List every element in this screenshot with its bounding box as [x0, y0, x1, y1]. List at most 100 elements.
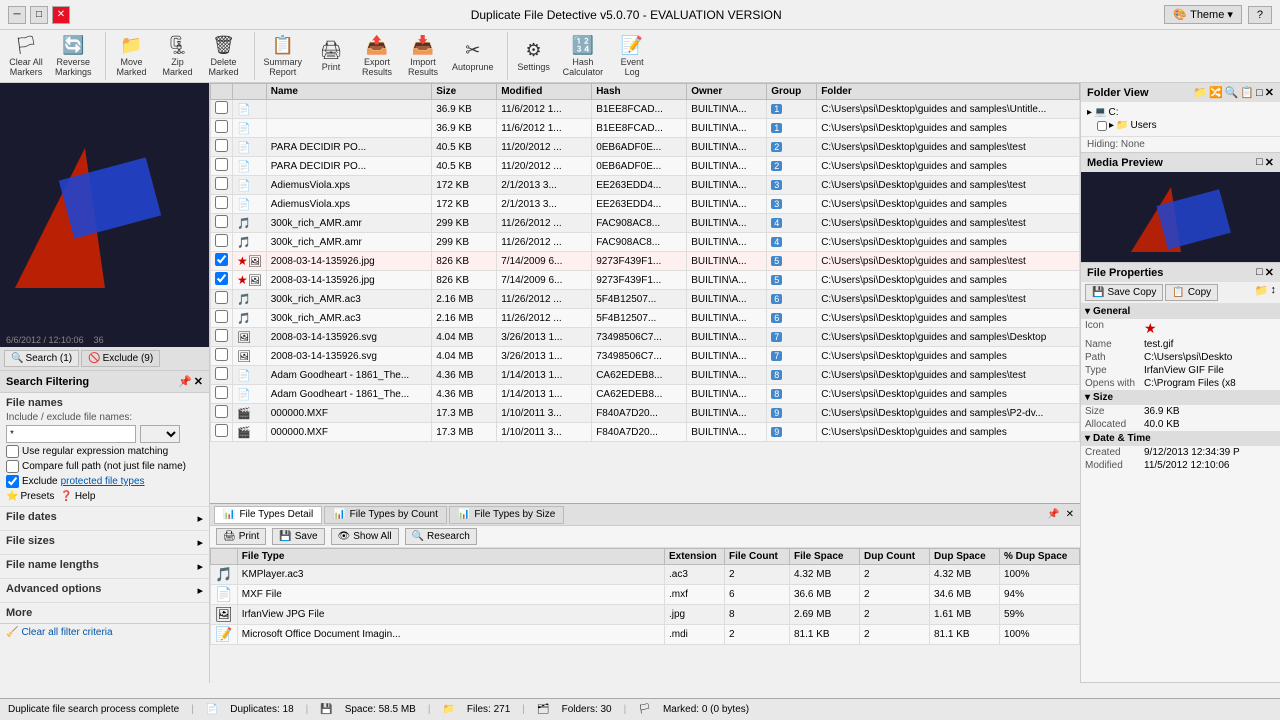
row-check[interactable] [211, 366, 233, 385]
col-folder[interactable]: Folder [817, 84, 1080, 100]
folder-view-icon1[interactable]: 📁 [1193, 86, 1207, 99]
export-results-button[interactable]: 📤 ExportResults [355, 32, 399, 80]
row-check[interactable] [211, 423, 233, 442]
filter-name-dropdown[interactable] [140, 425, 180, 443]
folder-view-icon4[interactable]: 📋 [1240, 86, 1254, 99]
results-table-wrap[interactable]: Name Size Modified Hash Owner Group Fold… [210, 83, 1080, 503]
col-group[interactable]: Group [767, 84, 817, 100]
summary-report-button[interactable]: 📋 SummaryReport [259, 32, 308, 80]
folder-view-icon3[interactable]: 🔍 [1225, 86, 1239, 99]
media-preview-close[interactable]: ✕ [1265, 156, 1274, 169]
fullpath-checkbox[interactable] [6, 460, 19, 473]
date-section-title[interactable]: ▾ Date & Time [1081, 431, 1280, 446]
row-check[interactable] [211, 252, 233, 271]
media-preview-expand[interactable]: □ [1256, 156, 1263, 169]
bottom-table-wrap[interactable]: File Type Extension File Count File Spac… [210, 548, 1080, 683]
col-hash[interactable]: Hash [592, 84, 687, 100]
file-props-expand[interactable]: □ [1256, 266, 1263, 279]
col-modified[interactable]: Modified [497, 84, 592, 100]
folder-view-expand[interactable]: □ [1256, 87, 1263, 99]
filter-dates-section[interactable]: File dates ▸ [0, 507, 209, 531]
import-results-button[interactable]: 📥 ImportResults [401, 32, 445, 80]
size-section-title[interactable]: ▾ Size [1081, 390, 1280, 405]
row-check[interactable] [211, 214, 233, 233]
row-check[interactable] [211, 119, 233, 138]
filter-sizes-section[interactable]: File sizes ▸ [0, 531, 209, 555]
close-btn[interactable]: ✕ [52, 6, 70, 24]
print-button[interactable]: 🖨 Print [309, 37, 353, 75]
row-check[interactable] [211, 157, 233, 176]
ft-col-ext[interactable]: Extension [665, 549, 725, 565]
event-log-button[interactable]: 📝 EventLog [610, 32, 654, 80]
row-check[interactable] [211, 347, 233, 366]
bottom-research-button[interactable]: 🔍 Research [405, 528, 477, 545]
bottom-save-button[interactable]: 💾 Save [272, 528, 324, 545]
filter-namelengths-section[interactable]: File name lengths ▸ [0, 555, 209, 579]
col-size[interactable]: Size [432, 84, 497, 100]
protected-checkbox[interactable] [6, 475, 19, 488]
clear-filter-button[interactable]: 🧹 Clear all filter criteria [0, 623, 209, 641]
settings-button[interactable]: ⚙ Settings [512, 37, 556, 75]
bottom-print-button[interactable]: 🖨 Print [216, 528, 266, 545]
row-check[interactable] [211, 328, 233, 347]
row-check[interactable] [211, 233, 233, 252]
help-filter-button[interactable]: ❓ Help [60, 491, 95, 502]
delete-marked-button[interactable]: 🗑 DeleteMarked [202, 32, 246, 80]
more-link[interactable]: More [0, 603, 209, 623]
clear-all-button[interactable]: 🏳 Clear AllMarkers [4, 32, 48, 80]
filter-name-input[interactable] [6, 425, 136, 443]
row-group: 5 [767, 252, 817, 271]
file-props-close[interactable]: ✕ [1265, 266, 1274, 279]
tree-root[interactable]: ▸ 💻 C: [1085, 106, 1276, 119]
exclude-tab[interactable]: 🚫 Exclude (9) [81, 350, 160, 367]
theme-btn[interactable]: 🎨 Theme ▾ [1164, 5, 1241, 24]
row-check[interactable] [211, 176, 233, 195]
presets-button[interactable]: ⭐ Presets [6, 491, 54, 502]
minimize-btn[interactable]: ─ [8, 6, 26, 24]
folder-view-close[interactable]: ✕ [1265, 86, 1274, 99]
file-props-icon2[interactable]: ↕ [1271, 284, 1277, 301]
row-check[interactable] [211, 309, 233, 328]
bottom-panel-pin[interactable]: 📌 [1045, 507, 1061, 522]
general-section-title[interactable]: ▾ General [1081, 304, 1280, 319]
tree-users-check[interactable] [1097, 121, 1107, 131]
tree-users[interactable]: ▸ 📁 Users [1085, 119, 1276, 132]
tab-filetypes-count[interactable]: 📊 File Types by Count [324, 506, 447, 524]
tab-filetypes-detail[interactable]: 📊 File Types Detail [214, 506, 322, 524]
file-props-icon1[interactable]: 📁 [1255, 284, 1269, 301]
ft-col-dupspace[interactable]: Dup Space [930, 549, 1000, 565]
row-check[interactable] [211, 271, 233, 290]
bottom-panel-close[interactable]: ✕ [1064, 507, 1076, 522]
ft-col-count[interactable]: File Count [725, 549, 790, 565]
row-check[interactable] [211, 385, 233, 404]
filter-pin-icon[interactable]: 📌 [178, 375, 192, 388]
ft-col-dupcount[interactable]: Dup Count [860, 549, 930, 565]
filter-close-icon[interactable]: ✕ [194, 375, 203, 388]
row-check[interactable] [211, 195, 233, 214]
filter-advanced-section[interactable]: Advanced options ▸ [0, 579, 209, 603]
restore-btn[interactable]: □ [30, 6, 48, 24]
ft-col-space[interactable]: File Space [790, 549, 860, 565]
ft-col-type[interactable]: File Type [237, 549, 664, 565]
copy-button[interactable]: 📋 Copy [1165, 284, 1218, 301]
help-btn[interactable]: ? [1248, 6, 1272, 24]
row-check[interactable] [211, 138, 233, 157]
hash-calculator-button[interactable]: 🔢 HashCalculator [558, 32, 609, 80]
col-owner[interactable]: Owner [687, 84, 767, 100]
search-tab[interactable]: 🔍 Search (1) [4, 350, 79, 367]
autoprune-button[interactable]: ✂ Autoprune [447, 37, 499, 75]
row-check[interactable] [211, 290, 233, 309]
tab-filetypes-size[interactable]: 📊 File Types by Size [449, 506, 564, 524]
zip-marked-button[interactable]: 🗜 ZipMarked [156, 32, 200, 80]
row-check[interactable] [211, 404, 233, 423]
ft-col-pctspace[interactable]: % Dup Space [1000, 549, 1080, 565]
protected-link[interactable]: protected file types [61, 476, 145, 487]
folder-view-icon2[interactable]: 🔀 [1209, 86, 1223, 99]
reverse-markings-button[interactable]: 🔄 ReverseMarkings [50, 32, 97, 80]
bottom-show-all-button[interactable]: 👁 Show All [331, 528, 399, 545]
regex-checkbox[interactable] [6, 445, 19, 458]
save-copy-button[interactable]: 💾 Save Copy [1085, 284, 1163, 301]
move-marked-button[interactable]: 📁 MoveMarked [110, 32, 154, 80]
row-check[interactable] [211, 100, 233, 119]
col-name[interactable]: Name [266, 84, 431, 100]
